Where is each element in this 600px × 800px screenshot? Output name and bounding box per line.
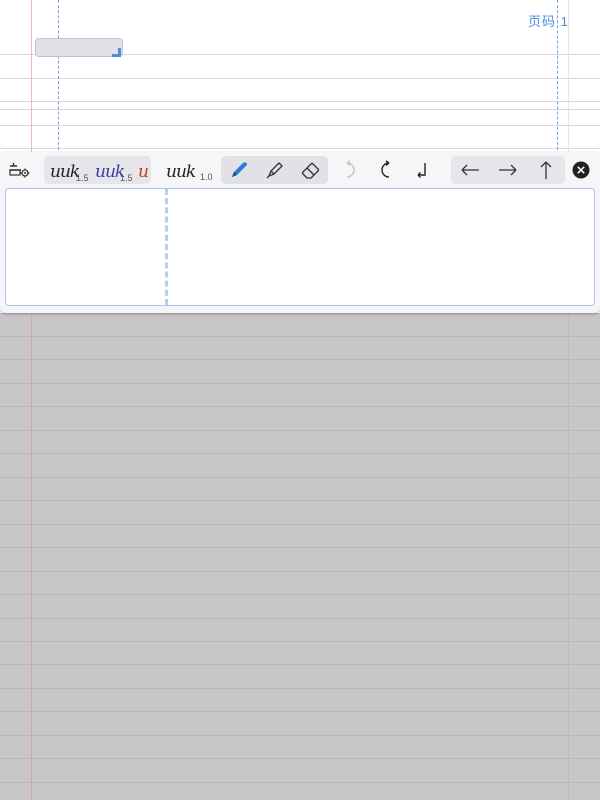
ink-sample: u	[138, 162, 149, 182]
pen-size-label: 1.5	[76, 173, 89, 183]
page-number: 页码 1	[528, 14, 569, 29]
move-up-button[interactable]	[527, 156, 565, 184]
redo-icon	[377, 160, 395, 180]
black-pen-preset[interactable]: uuk 1.5	[44, 156, 92, 184]
pen-presets-group: uuk 1.5 uuk 1.5 u	[44, 156, 151, 184]
handwriting-toolbar: uuk 1.5 uuk 1.5 u uuk 1.0	[0, 152, 600, 188]
arrow-up-icon	[538, 159, 554, 181]
selection-box[interactable]	[35, 38, 123, 57]
settings-icon	[8, 161, 32, 179]
red-pen-preset[interactable]: u	[136, 156, 151, 184]
input-guide-line	[165, 189, 168, 305]
cursor-arrows-group	[451, 156, 565, 184]
notebook-page	[0, 0, 600, 155]
close-icon	[572, 161, 590, 179]
ruled-line	[0, 148, 600, 149]
arrow-right-icon	[497, 162, 519, 178]
move-right-button[interactable]	[489, 156, 527, 184]
close-panel-button[interactable]	[570, 156, 592, 184]
undo-button[interactable]	[337, 156, 363, 184]
left-guide-line	[58, 0, 59, 155]
pen-tool-button[interactable]	[221, 156, 257, 184]
blue-pen-preset[interactable]: uuk 1.5	[92, 156, 136, 184]
eraser-tool-button[interactable]	[293, 156, 329, 184]
return-button[interactable]	[408, 156, 434, 184]
current-pen-button[interactable]: uuk 1.0	[160, 156, 216, 184]
ruled-line	[0, 125, 600, 126]
handwriting-panel: uuk 1.5 uuk 1.5 u uuk 1.0	[0, 152, 600, 313]
ruled-line	[0, 101, 600, 102]
move-left-button[interactable]	[451, 156, 489, 184]
pen-size-label: 1.0	[200, 172, 213, 182]
pen-size-label: 1.5	[120, 173, 133, 183]
undo-icon	[341, 160, 359, 180]
settings-button[interactable]	[6, 156, 34, 184]
ink-sample: uuk	[166, 162, 196, 182]
page-margin-line	[31, 0, 32, 155]
ruled-line	[0, 78, 600, 79]
dimmed-page-area	[0, 313, 600, 800]
redo-button[interactable]	[373, 156, 399, 184]
return-icon	[412, 160, 430, 180]
pen-icon	[228, 159, 250, 181]
eraser-icon	[300, 159, 322, 181]
highlighter-tool-button[interactable]	[257, 156, 293, 184]
arrow-left-icon	[459, 162, 481, 178]
tool-group	[221, 156, 328, 184]
selection-resize-handle[interactable]	[112, 48, 121, 57]
ink-sample: uuk	[50, 162, 80, 182]
handwriting-input-area[interactable]	[5, 188, 595, 306]
highlighter-icon	[264, 159, 286, 181]
